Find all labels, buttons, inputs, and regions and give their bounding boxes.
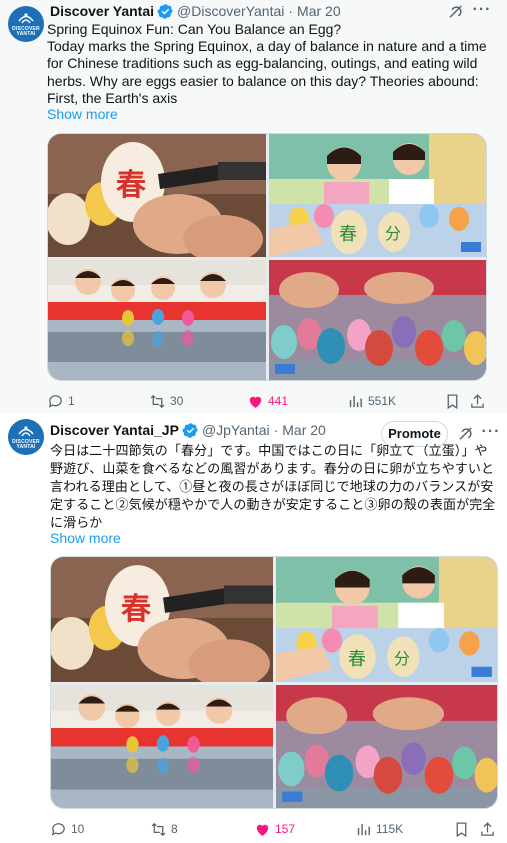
egg-character: 春	[348, 649, 366, 670]
photo-kids-eggs[interactable]: 春 分	[276, 557, 497, 682]
media-grid[interactable]: 春 春 分	[47, 133, 487, 381]
author-name[interactable]: Discover Yantai	[50, 3, 154, 19]
avatar[interactable]: DISCOVER YANTAI	[8, 419, 44, 455]
reply-count: 1	[68, 394, 75, 408]
media-grid[interactable]: 春 春 分	[50, 556, 498, 809]
egg-character: 春	[116, 168, 146, 203]
author-name[interactable]: Discover Yantai_JP	[50, 422, 179, 438]
like-icon	[256, 824, 269, 836]
photo-painted-eggs[interactable]	[276, 685, 497, 808]
more-icon[interactable]: ···	[472, 2, 492, 23]
photo-egg-painting[interactable]: 春	[48, 134, 266, 257]
show-more-link[interactable]: Show more	[50, 530, 121, 546]
retweet-count: 30	[170, 394, 184, 408]
separator-dot: ·	[273, 422, 279, 438]
views-icon	[349, 395, 362, 407]
avatar[interactable]: DISCOVER YANTAI	[8, 6, 44, 42]
views-button[interactable]: 551K	[347, 391, 396, 411]
like-button[interactable]: 157	[254, 819, 295, 839]
tweet-text: 今日は二十四節気の「春分」です。中国ではこの日に「卵立て（立蛋）」や野遊び、山菜…	[50, 443, 496, 530]
egg-character: 春	[339, 224, 357, 245]
photo-painted-eggs[interactable]	[269, 260, 486, 380]
retweet-count: 8	[171, 822, 178, 836]
like-count: 157	[275, 822, 296, 836]
reply-icon	[51, 822, 65, 836]
reply-button[interactable]: 10	[50, 819, 84, 839]
photo-egg-painting[interactable]: 春	[51, 557, 273, 682]
photo-kids-mirror[interactable]	[48, 260, 266, 380]
grok-icon[interactable]	[457, 425, 475, 443]
photo-kids-mirror[interactable]	[51, 685, 273, 808]
reply-button[interactable]: 1	[47, 391, 75, 411]
tweet-date[interactable]: Mar 20	[282, 422, 326, 438]
yantai-logo-icon	[18, 13, 34, 24]
views-count: 551K	[368, 394, 397, 408]
bookmark-button[interactable]	[444, 391, 461, 411]
action-bar: 10 8 157 115K	[50, 819, 497, 839]
retweet-button[interactable]: 30	[149, 391, 183, 411]
reply-icon	[48, 394, 62, 408]
share-button[interactable]	[469, 391, 486, 411]
like-icon	[249, 396, 262, 408]
photo-kids-eggs[interactable]: 春 分	[269, 134, 486, 257]
author-handle[interactable]: @DiscoverYantai	[177, 3, 284, 19]
retweet-icon	[150, 394, 165, 408]
tweet-date[interactable]: Mar 20	[297, 3, 341, 19]
egg-character: 分	[394, 649, 411, 668]
tweet-text: Spring Equinox Fun: Can You Balance an E…	[47, 21, 487, 106]
bookmark-icon	[456, 821, 467, 837]
tweet[interactable]: DISCOVER YANTAI Discover Yantai @Discove…	[0, 0, 507, 413]
yantai-logo-icon	[18, 426, 34, 437]
grok-icon[interactable]	[447, 3, 465, 21]
share-button[interactable]	[479, 819, 496, 839]
avatar-text: DISCOVER YANTAI	[12, 26, 40, 37]
views-count: 115K	[376, 822, 404, 836]
separator-dot: ·	[288, 3, 294, 19]
avatar-text: DISCOVER YANTAI	[12, 439, 40, 450]
retweet-icon	[151, 822, 166, 836]
like-count: 441	[268, 394, 289, 408]
bookmark-icon	[447, 393, 458, 409]
egg-character: 春	[121, 592, 151, 627]
tweet[interactable]: DISCOVER YANTAI Discover Yantai_JP @JpYa…	[0, 413, 507, 843]
tweet-header: Discover Yantai_JP @JpYantai · Mar 20	[50, 420, 326, 440]
author-handle[interactable]: @JpYantai	[202, 422, 270, 438]
like-button[interactable]: 441	[247, 391, 288, 411]
share-icon	[471, 393, 484, 408]
show-more-link[interactable]: Show more	[47, 106, 118, 122]
bookmark-button[interactable]	[453, 819, 470, 839]
action-bar: 1 30 441 551K	[47, 391, 497, 411]
tweet-header: Discover Yantai @DiscoverYantai · Mar 20	[50, 1, 341, 21]
verified-badge-icon[interactable]	[157, 3, 174, 20]
views-icon	[357, 823, 370, 835]
verified-badge-icon[interactable]	[182, 422, 199, 439]
reply-count: 10	[71, 822, 85, 836]
share-icon	[481, 821, 494, 836]
retweet-button[interactable]: 8	[150, 819, 178, 839]
egg-character: 分	[385, 224, 402, 243]
views-button[interactable]: 115K	[355, 819, 403, 839]
